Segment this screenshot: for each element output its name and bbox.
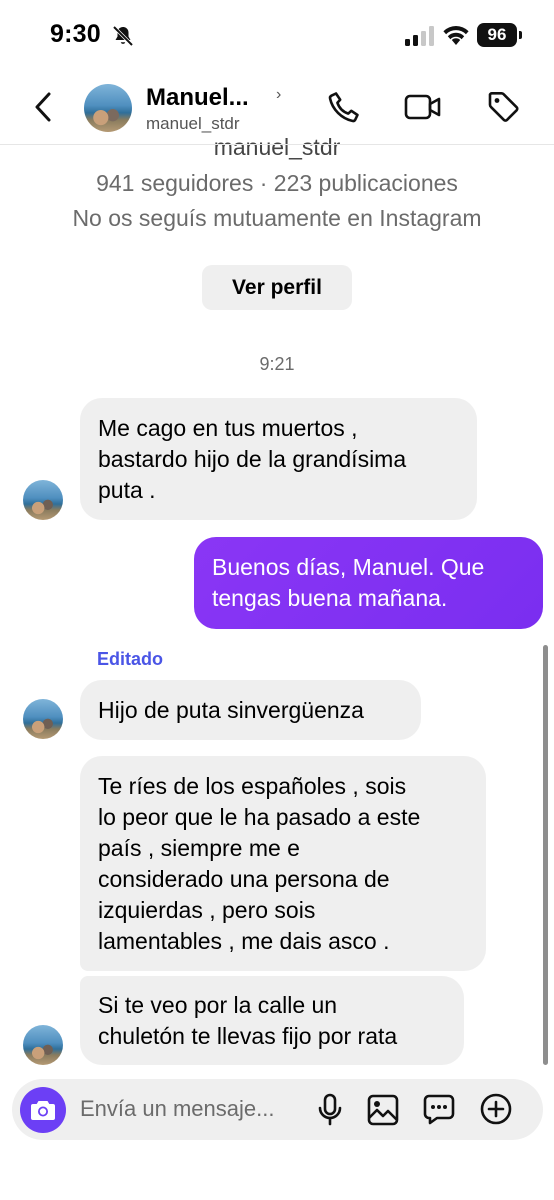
profile-username: manuel_stdr [213, 138, 341, 160]
contact-username[interactable]: manuel_stdr [146, 114, 240, 134]
camera-icon [31, 1101, 55, 1120]
tag-icon[interactable] [487, 90, 521, 124]
avatar[interactable] [23, 480, 63, 520]
edited-label: Editado [97, 649, 163, 669]
plus-icon[interactable] [479, 1092, 513, 1126]
chat-header: Manuel... › manuel_stdr [0, 72, 554, 144]
message-bubble-incoming[interactable]: Hijo de puta sinvergüenza [80, 680, 421, 740]
view-profile-button[interactable]: Ver perfil [202, 265, 352, 310]
avatar[interactable] [84, 84, 132, 132]
message-bubble-outgoing[interactable]: Buenos días, Manuel. Que tengas buena ma… [194, 537, 543, 629]
message-composer [12, 1079, 543, 1140]
profile-stats: 941 seguidores · 223 publicaciones [96, 170, 458, 196]
wifi-icon [443, 26, 469, 45]
signal-icon [405, 26, 434, 46]
message-text: Te ríes de los españoles , sois lo peor … [98, 772, 421, 954]
message-bubble-incoming[interactable]: Te ríes de los españoles , sois lo peor … [80, 756, 486, 971]
status-time: 9:30 [50, 20, 101, 48]
message-text: Si te veo por la calle un chuletón te ll… [98, 991, 398, 1049]
mic-icon[interactable] [315, 1093, 345, 1127]
message-input[interactable] [80, 1094, 308, 1124]
phone-icon[interactable] [327, 90, 361, 124]
profile-mutual-status: No os seguís mutuamente en Instagram [72, 205, 482, 231]
avatar[interactable] [23, 1025, 63, 1065]
video-icon[interactable] [404, 92, 442, 122]
message-text: Hijo de puta sinvergüenza [98, 696, 364, 723]
message-text: Me cago en tus muertos , bastardo hijo d… [98, 414, 407, 503]
message-bubble-incoming[interactable]: Me cago en tus muertos , bastardo hijo d… [80, 398, 477, 520]
message-bubble-incoming[interactable]: Si te veo por la calle un chuletón te ll… [80, 976, 464, 1065]
scrollbar[interactable] [543, 645, 548, 1065]
avatar[interactable] [23, 699, 63, 739]
contact-name[interactable]: Manuel... [146, 84, 249, 112]
sticker-icon[interactable] [422, 1092, 456, 1126]
camera-button[interactable] [20, 1087, 66, 1133]
header-divider [0, 144, 554, 145]
gallery-icon[interactable] [366, 1093, 400, 1127]
bell-slash-icon [112, 25, 134, 47]
status-bar: 9:30 96 [0, 0, 554, 72]
message-text: Buenos días, Manuel. Que tengas buena ma… [212, 554, 485, 611]
message-timestamp: 9:21 [259, 354, 295, 374]
back-icon[interactable] [30, 90, 60, 124]
chevron-right-icon[interactable]: › [276, 86, 281, 104]
battery-icon: 96 [477, 23, 522, 47]
